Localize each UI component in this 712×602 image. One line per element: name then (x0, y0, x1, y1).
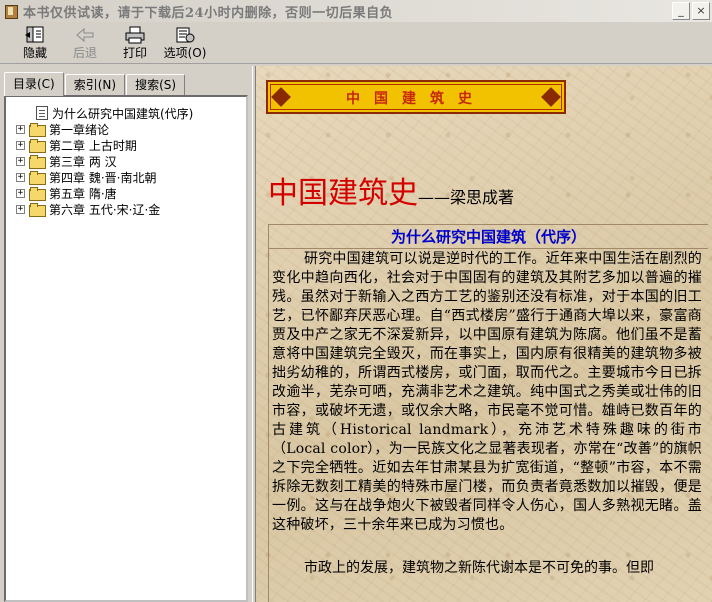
book-author: 梁思成著 (450, 188, 515, 207)
tree-item-label: 第五章 隋·唐 (49, 186, 117, 201)
title-dash: —— (418, 188, 450, 207)
back-button[interactable]: 后退 (60, 22, 110, 62)
article-header: 为什么研究中国建筑（代序） (269, 225, 708, 249)
folder-icon (29, 139, 46, 153)
window-title: 本书仅供试读，请于下载后24小时内删除，否则一切后果自负 (23, 5, 394, 21)
tree-item-label: 第六章 五代·宋·辽·金 (49, 202, 161, 217)
tree-item-chapter-3[interactable]: + 第三章 两 汉 (6, 153, 246, 169)
tab-search[interactable]: 搜索(S) (126, 74, 186, 96)
book-app-icon (3, 3, 19, 19)
tree-item-label: 第三章 两 汉 (49, 154, 117, 169)
article-title: 为什么研究中国建筑（代序） (390, 228, 586, 246)
tree-item-label: 第一章绪论 (49, 122, 110, 137)
hide-label: 隐藏 (22, 46, 47, 60)
expand-icon[interactable]: + (16, 140, 25, 150)
title-banner: 中国建筑史 (266, 80, 566, 114)
tree-item-label: 第四章 魏·晋·南北朝 (49, 170, 157, 185)
document-icon (36, 106, 48, 120)
toolbar: 隐藏 后退 打印 选项(O) (0, 22, 712, 64)
expand-icon[interactable]: + (16, 156, 25, 166)
tab-contents[interactable]: 目录(C) (4, 72, 64, 96)
article: 为什么研究中国建筑（代序） 研究中国建筑可以说是逆时代的工作。近年来中国生活在剧… (268, 224, 708, 602)
tree-item-preface[interactable]: 为什么研究中国建筑(代序) (6, 104, 246, 122)
article-paragraph: 研究中国建筑可以说是逆时代的工作。近年来中国生活在剧烈的变化中趋向西化，社会对于… (272, 251, 702, 533)
print-label: 打印 (122, 46, 147, 60)
folder-icon (29, 203, 46, 217)
tree-item-chapter-5[interactable]: + 第五章 隋·唐 (6, 185, 246, 201)
folder-icon (29, 171, 46, 185)
expand-icon[interactable]: + (16, 124, 25, 134)
back-label: 后退 (72, 46, 97, 60)
tab-index[interactable]: 索引(N) (64, 74, 126, 96)
close-button[interactable]: × (692, 2, 710, 20)
print-button[interactable]: 打印 (110, 22, 160, 62)
navigation-pane: 目录(C) 索引(N) 搜索(S) 为什么研究中国建筑(代序) + 第一章绪论 … (0, 66, 252, 602)
article-paragraph: 市政上的发展，建筑物之新陈代谢本是不可免的事。但即 (304, 560, 654, 576)
banner-text: 中国建筑史 (346, 91, 486, 107)
minimize-button[interactable]: _ (672, 2, 690, 20)
options-icon (176, 27, 195, 43)
printer-icon (125, 26, 145, 44)
contents-tree: 为什么研究中国建筑(代序) + 第一章绪论 + 第二章 上古时期 + 第三章 两… (4, 95, 248, 602)
hide-pane-icon (25, 26, 44, 43)
tree-item-label: 为什么研究中国建筑(代序) (52, 104, 194, 122)
tree-item-chapter-6[interactable]: + 第六章 五代·宋·辽·金 (6, 201, 246, 217)
tree-item-chapter-4[interactable]: + 第四章 魏·晋·南北朝 (6, 169, 246, 185)
hide-button[interactable]: 隐藏 (10, 22, 60, 62)
folder-icon (29, 187, 46, 201)
folder-icon (29, 123, 46, 137)
tree-item-label: 第二章 上古时期 (49, 138, 137, 153)
window-controls: _ × (672, 2, 710, 20)
expand-icon[interactable]: + (16, 172, 25, 182)
folder-icon (29, 155, 46, 169)
nav-tabs: 目录(C) 索引(N) 搜索(S) (4, 72, 186, 96)
book-heading: 中国建筑史——梁思成著 (268, 168, 514, 212)
tree-item-chapter-2[interactable]: + 第二章 上古时期 (6, 137, 246, 153)
expand-icon[interactable]: + (16, 188, 25, 198)
options-label: 选项(O) (163, 46, 207, 60)
options-button[interactable]: 选项(O) (160, 22, 210, 62)
back-arrow-icon (76, 27, 94, 43)
title-bar: 本书仅供试读，请于下载后24小时内删除，否则一切后果自负 _ × (0, 0, 712, 22)
book-title: 中国建筑史 (268, 176, 418, 211)
tree-item-chapter-1[interactable]: + 第一章绪论 (6, 121, 246, 137)
expand-icon[interactable]: + (16, 204, 25, 214)
content-pane: 中国建筑史 中国建筑史——梁思成著 为什么研究中国建筑（代序） 研究中国建筑可以… (256, 66, 712, 602)
